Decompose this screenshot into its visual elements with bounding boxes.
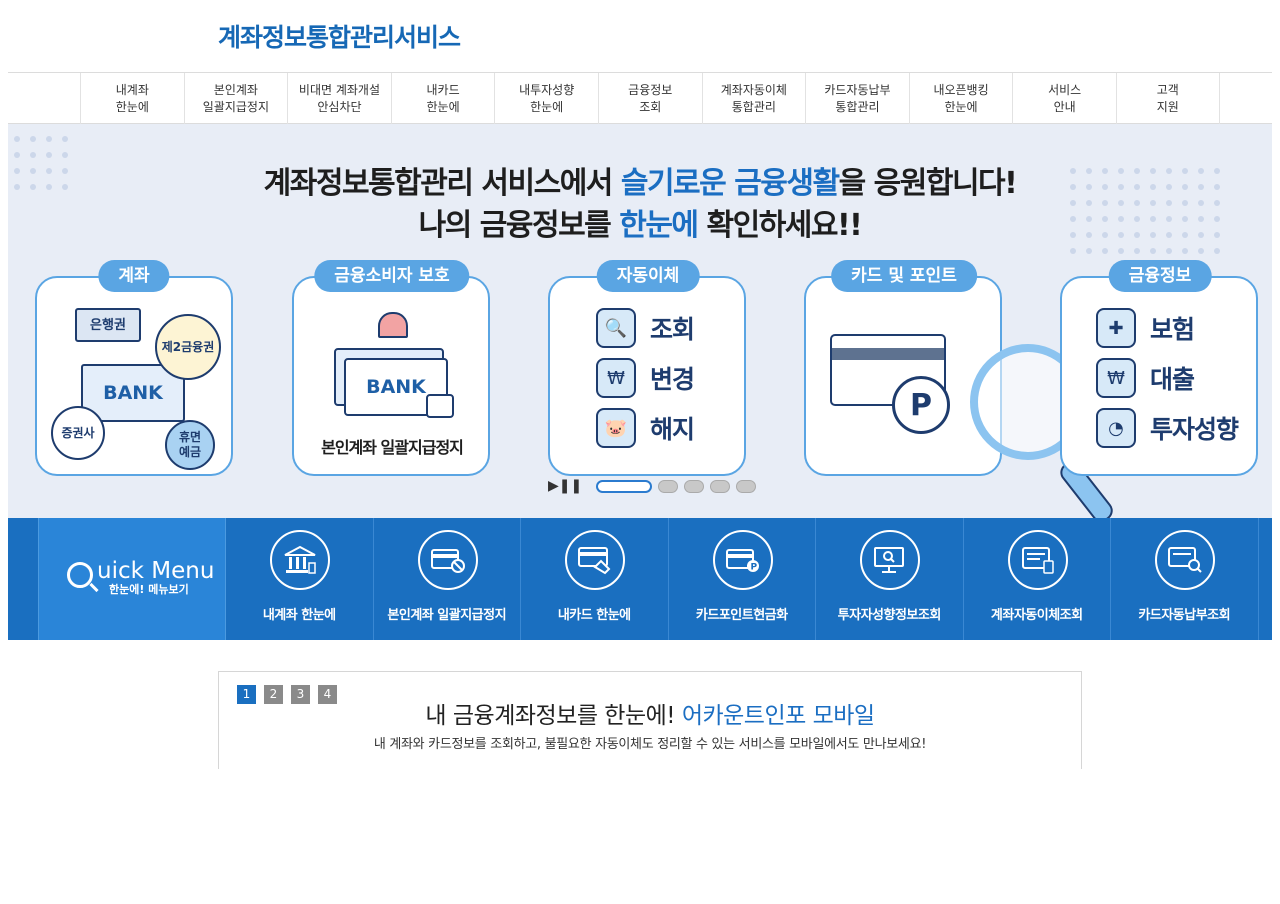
card-point-icon: P: [712, 530, 773, 590]
quick-menu-label: 본인계좌 일괄지급정지: [387, 608, 507, 623]
alarm-light-icon: [378, 312, 408, 338]
monitor-search-icon: [860, 530, 920, 590]
nav-item-6[interactable]: 계좌자동이체 통합관리: [701, 73, 806, 124]
nav-item-8[interactable]: 내오픈뱅킹 한눈에: [908, 73, 1013, 124]
slider-dot[interactable]: [684, 479, 705, 493]
quick-menu-label: 투자자성향정보조회: [837, 608, 942, 623]
quick-menu-label: 계좌자동이체조회: [990, 608, 1083, 623]
card-account[interactable]: 은행권 BANK 제2금융권 증권사 휴면 예금: [35, 276, 233, 476]
autopay-row-cancel: 🐷 해지: [596, 408, 695, 448]
quick-menu-item-4[interactable]: 투자자성향정보조회: [816, 518, 964, 640]
autopay-row-inquiry: 🔍 조회: [596, 308, 695, 348]
bubble-second-tier: 제2금융권: [155, 314, 221, 380]
lock-icon: [426, 394, 454, 418]
nav-item-3[interactable]: 내카드 한눈에: [390, 73, 495, 124]
slider-dot[interactable]: [736, 479, 757, 493]
card-tag-info: 금융정보: [1108, 260, 1212, 292]
quick-menu-label: 내카드 한눈에: [557, 608, 631, 623]
card-financial-info[interactable]: ✚ 보험 ₩ 대출 ◔ 투자성향: [1060, 276, 1258, 476]
auto-transfer-icon: [1007, 530, 1068, 590]
quick-menu-item-2[interactable]: 내카드 한눈에: [521, 518, 669, 640]
mobile-promo: 1234 내 금융계좌정보를 한눈에! 어카운트인포 모바일 내 계좌와 카드정…: [218, 671, 1082, 769]
hand-coin-icon: ₩: [1096, 358, 1136, 398]
bank-icon: [270, 530, 330, 590]
promo-description: 내 계좌와 카드정보를 조회하고, 불필요한 자동이체도 정리할 수 있는 서비…: [373, 737, 927, 752]
piggy-bank-icon: 🐷: [596, 408, 636, 448]
slider-dot[interactable]: [596, 479, 653, 493]
hero-banner: 계좌정보통합관리 서비스에서 슬기로운 금융생활을 응원합니다! 나의 금융정보…: [8, 124, 1272, 518]
card-card-points[interactable]: P: [804, 276, 1002, 476]
nav-item-5[interactable]: 금융정보 조회: [597, 73, 702, 124]
search-icon: [67, 562, 93, 588]
bubble-dormant: 휴면 예금: [165, 420, 215, 470]
card-autopay[interactable]: 🔍 조회 ₩ 변경 🐷 해지: [548, 276, 746, 476]
nav-item-7[interactable]: 카드자동납부 통합관리: [805, 73, 909, 124]
quick-menu-item-1[interactable]: 본인계좌 일괄지급정지: [374, 518, 521, 640]
promo-title: 내 금융계좌정보를 한눈에! 어카운트인포 모바일: [425, 703, 875, 729]
banner-headline-1: 계좌정보통합관리 서비스에서 슬기로운 금융생활을 응원합니다!: [263, 166, 1018, 201]
slider-dot[interactable]: [658, 479, 679, 493]
quick-menu-title: uick Menu 한눈에! 메뉴보기: [38, 518, 226, 640]
card-caption: 본인계좌 일괄지급정지: [321, 438, 464, 457]
site-logo[interactable]: 계좌정보통합관리서비스: [218, 18, 461, 54]
quick-menu-item-0[interactable]: 내계좌 한눈에: [226, 518, 374, 640]
card-tag-autopay: 자동이체: [596, 260, 700, 292]
quick-menu-items: 내계좌 한눈에 본인계좌 일괄지급정지 내카드 한눈에 P 카드포인트현금화 투자자성향정…: [226, 518, 1259, 640]
card-tag-card: 카드 및 포인트: [831, 260, 977, 292]
slider-dot[interactable]: [710, 479, 731, 493]
site-header: 계좌정보통합관리서비스: [0, 0, 1280, 72]
nav-item-0[interactable]: 내계좌 한눈에: [80, 73, 184, 124]
card-tag-protect: 금융소비자 보호: [314, 260, 470, 292]
quick-menu-label: 카드자동납부조회: [1138, 608, 1231, 623]
card-autopay-icon: [1155, 530, 1215, 590]
quick-menu-item-3[interactable]: P 카드포인트현금화: [669, 518, 816, 640]
nav-item-2[interactable]: 비대면 계좌개설 안심차단: [287, 73, 391, 124]
info-row-loan: ₩ 대출: [1096, 358, 1195, 398]
nav-item-1[interactable]: 본인계좌 일괄지급정지: [183, 73, 288, 124]
quick-menu-item-5[interactable]: 계좌자동이체조회: [964, 518, 1111, 640]
quick-menu-subtitle: 한눈에! 메뉴보기: [109, 583, 189, 596]
card-block-icon: [417, 530, 478, 590]
main-nav: 내계좌 한눈에 본인계좌 일괄지급정지 비대면 계좌개설 안심차단 내카드 한눈에 내투…: [8, 72, 1272, 124]
point-coin-icon: P: [892, 376, 950, 434]
nav-item-4[interactable]: 내투자성향 한눈에: [494, 73, 598, 124]
quick-menu-label: 내계좌 한눈에: [262, 608, 336, 623]
exchange-icon: ₩: [596, 358, 636, 398]
card-hand-icon: [565, 530, 625, 590]
banner-headline-2: 나의 금융정보를 한눈에 확인하세요!!: [418, 208, 863, 243]
autopay-row-change: ₩ 변경: [596, 358, 695, 398]
slider-controls: ▶❚❚: [548, 478, 757, 494]
info-row-invest: ◔ 투자성향: [1096, 408, 1239, 448]
shield-icon: ✚: [1096, 308, 1136, 348]
slider-pager: [596, 479, 757, 493]
quick-menu: uick Menu 한눈에! 메뉴보기 내계좌 한눈에 본인계좌 일괄지급정지 내카…: [8, 518, 1272, 640]
svg-text:P: P: [750, 563, 757, 573]
quick-menu-label: 카드포인트현금화: [695, 608, 788, 623]
bubble-bank: 은행권: [75, 308, 141, 342]
quick-menu-item-6[interactable]: 카드자동납부조회: [1111, 518, 1259, 640]
card-tag-account: 계좌: [98, 260, 170, 292]
card-consumer-protect[interactable]: BANK 본인계좌 일괄지급정지: [292, 276, 490, 476]
info-row-insurance: ✚ 보험: [1096, 308, 1195, 348]
document-search-icon: 🔍: [596, 308, 636, 348]
bubble-securities: 증권사: [51, 406, 105, 460]
nav-item-10[interactable]: 고객 지원: [1115, 73, 1220, 124]
play-pause-icon[interactable]: ▶❚❚: [548, 478, 582, 494]
nav-items: 내계좌 한눈에 본인계좌 일괄지급정지 비대면 계좌개설 안심차단 내카드 한눈에 내투…: [80, 73, 1220, 124]
pie-chart-icon: ◔: [1096, 408, 1136, 448]
nav-item-9[interactable]: 서비스 안내: [1012, 73, 1116, 124]
